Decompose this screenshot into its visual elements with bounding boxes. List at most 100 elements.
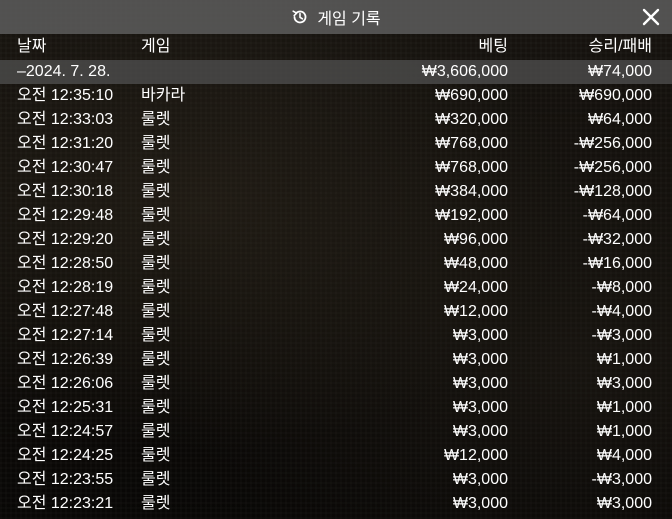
row-time: 오전 12:33:03 xyxy=(17,111,114,128)
date-total-bet: ₩3,606,000 xyxy=(421,63,508,80)
row-time: 오전 12:29:48 xyxy=(17,207,114,224)
row-time: 오전 12:30:18 xyxy=(17,183,114,200)
row-bet: ₩768,000 xyxy=(435,159,508,176)
row-time: 오전 12:28:19 xyxy=(17,279,114,296)
row-result: -₩3,000 xyxy=(591,471,652,488)
row-game: 바카라 xyxy=(141,87,186,104)
row-game: 룰렛 xyxy=(141,471,171,488)
table-row[interactable]: 오전 12:35:10 바카라 ₩690,000 ₩690,000 xyxy=(0,84,672,108)
table-row[interactable]: 오전 12:23:55 룰렛 ₩3,000 -₩3,000 xyxy=(0,468,672,492)
table-row[interactable]: 오전 12:31:20 룰렛 ₩768,000 -₩256,000 xyxy=(0,132,672,156)
row-bet: ₩192,000 xyxy=(435,207,508,224)
table-row[interactable]: 오전 12:27:48 룰렛 ₩12,000 -₩4,000 xyxy=(0,300,672,324)
dialog-title: 게임 기록 xyxy=(317,11,381,28)
row-result: ₩1,000 xyxy=(596,423,652,440)
row-time: 오전 12:26:06 xyxy=(17,375,114,392)
row-time: 오전 12:28:50 xyxy=(17,255,114,272)
header-win-loss: 승리/패배 xyxy=(588,38,652,55)
row-time: 오전 12:35:10 xyxy=(17,87,114,104)
row-game: 룰렛 xyxy=(141,375,171,392)
row-result: -₩256,000 xyxy=(573,159,652,176)
row-time: 오전 12:27:48 xyxy=(17,303,114,320)
row-game: 룰렛 xyxy=(141,255,171,272)
table-row[interactable]: 오전 12:23:21 룰렛 ₩3,000 ₩3,000 xyxy=(0,492,672,516)
row-bet: ₩12,000 xyxy=(443,303,508,320)
row-result: -₩3,000 xyxy=(591,327,652,344)
row-game: 룰렛 xyxy=(141,495,171,512)
table-row[interactable]: 오전 12:24:25 룰렛 ₩12,000 ₩4,000 xyxy=(0,444,672,468)
row-result: -₩128,000 xyxy=(573,183,652,200)
table-row[interactable]: 오전 12:28:19 룰렛 ₩24,000 -₩8,000 xyxy=(0,276,672,300)
date-group-row[interactable]: –2024. 7. 28. ₩3,606,000 ₩74,000 xyxy=(0,60,672,84)
row-bet: ₩96,000 xyxy=(443,231,508,248)
row-time: 오전 12:31:20 xyxy=(17,135,114,152)
row-bet: ₩12,000 xyxy=(443,447,508,464)
row-result: ₩690,000 xyxy=(579,87,652,104)
row-result: -₩256,000 xyxy=(573,135,652,152)
row-game: 룰렛 xyxy=(141,231,171,248)
header-bet: 베팅 xyxy=(478,38,508,55)
row-game: 룰렛 xyxy=(141,423,171,440)
row-game: 룰렛 xyxy=(141,327,171,344)
title-group: 게임 기록 xyxy=(291,5,381,29)
row-game: 룰렛 xyxy=(141,399,171,416)
row-result: ₩3,000 xyxy=(596,375,652,392)
table-row[interactable]: 오전 12:26:39 룰렛 ₩3,000 ₩1,000 xyxy=(0,348,672,372)
row-time: 오전 12:23:55 xyxy=(17,471,114,488)
table-row[interactable]: 오전 12:30:47 룰렛 ₩768,000 -₩256,000 xyxy=(0,156,672,180)
row-time: 오전 12:26:39 xyxy=(17,351,114,368)
row-bet: ₩384,000 xyxy=(435,183,508,200)
row-game: 룰렛 xyxy=(141,135,171,152)
header-date: 날짜 xyxy=(17,38,47,55)
close-icon xyxy=(642,8,660,26)
row-bet: ₩48,000 xyxy=(443,255,508,272)
row-result: ₩3,000 xyxy=(596,495,652,512)
row-result: ₩1,000 xyxy=(596,399,652,416)
row-result: -₩8,000 xyxy=(591,279,652,296)
header-game: 게임 xyxy=(141,38,171,55)
close-button[interactable] xyxy=(640,6,662,28)
history-icon xyxy=(291,8,309,26)
row-game: 룰렛 xyxy=(141,207,171,224)
table-row[interactable]: 오전 12:29:20 룰렛 ₩96,000 -₩32,000 xyxy=(0,228,672,252)
row-time: 오전 12:27:14 xyxy=(17,327,114,344)
row-bet: ₩3,000 xyxy=(452,351,508,368)
row-bet: ₩690,000 xyxy=(435,87,508,104)
row-game: 룰렛 xyxy=(141,279,171,296)
row-time: 오전 12:23:21 xyxy=(17,495,114,512)
row-time: 오전 12:30:47 xyxy=(17,159,114,176)
game-history-panel: 게임 기록 날짜 게임 베팅 승리/패배 –2024. 7. 28. ₩3,60… xyxy=(0,0,672,519)
row-bet: ₩3,000 xyxy=(452,327,508,344)
row-result: ₩64,000 xyxy=(587,111,652,128)
table-row[interactable]: 오전 12:33:03 룰렛 ₩320,000 ₩64,000 xyxy=(0,108,672,132)
row-result: -₩64,000 xyxy=(582,207,652,224)
row-bet: ₩768,000 xyxy=(435,135,508,152)
row-bet: ₩24,000 xyxy=(443,279,508,296)
row-result: ₩4,000 xyxy=(596,447,652,464)
title-bar: 게임 기록 xyxy=(0,0,672,34)
row-game: 룰렛 xyxy=(141,351,171,368)
row-bet: ₩3,000 xyxy=(452,375,508,392)
row-time: 오전 12:25:31 xyxy=(17,399,114,416)
row-bet: ₩3,000 xyxy=(452,399,508,416)
table-row[interactable]: 오전 12:29:48 룰렛 ₩192,000 -₩64,000 xyxy=(0,204,672,228)
row-time: 오전 12:24:57 xyxy=(17,423,114,440)
table-row[interactable]: 오전 12:25:31 룰렛 ₩3,000 ₩1,000 xyxy=(0,396,672,420)
row-result: -₩16,000 xyxy=(582,255,652,272)
row-bet: ₩3,000 xyxy=(452,423,508,440)
table-header: 날짜 게임 베팅 승리/패배 xyxy=(0,34,672,60)
row-bet: ₩3,000 xyxy=(452,495,508,512)
row-result: ₩1,000 xyxy=(596,351,652,368)
row-bet: ₩3,000 xyxy=(452,471,508,488)
table-row[interactable]: 오전 12:24:57 룰렛 ₩3,000 ₩1,000 xyxy=(0,420,672,444)
table-row[interactable]: 오전 12:28:50 룰렛 ₩48,000 -₩16,000 xyxy=(0,252,672,276)
table-row[interactable]: 오전 12:27:14 룰렛 ₩3,000 -₩3,000 xyxy=(0,324,672,348)
row-game: 룰렛 xyxy=(141,303,171,320)
row-game: 룰렛 xyxy=(141,159,171,176)
date-group-label: –2024. 7. 28. xyxy=(17,63,111,80)
date-total-win-loss: ₩74,000 xyxy=(587,63,652,80)
row-time: 오전 12:29:20 xyxy=(17,231,114,248)
table-row[interactable]: 오전 12:26:06 룰렛 ₩3,000 ₩3,000 xyxy=(0,372,672,396)
row-game: 룰렛 xyxy=(141,183,171,200)
table-row[interactable]: 오전 12:30:18 룰렛 ₩384,000 -₩128,000 xyxy=(0,180,672,204)
